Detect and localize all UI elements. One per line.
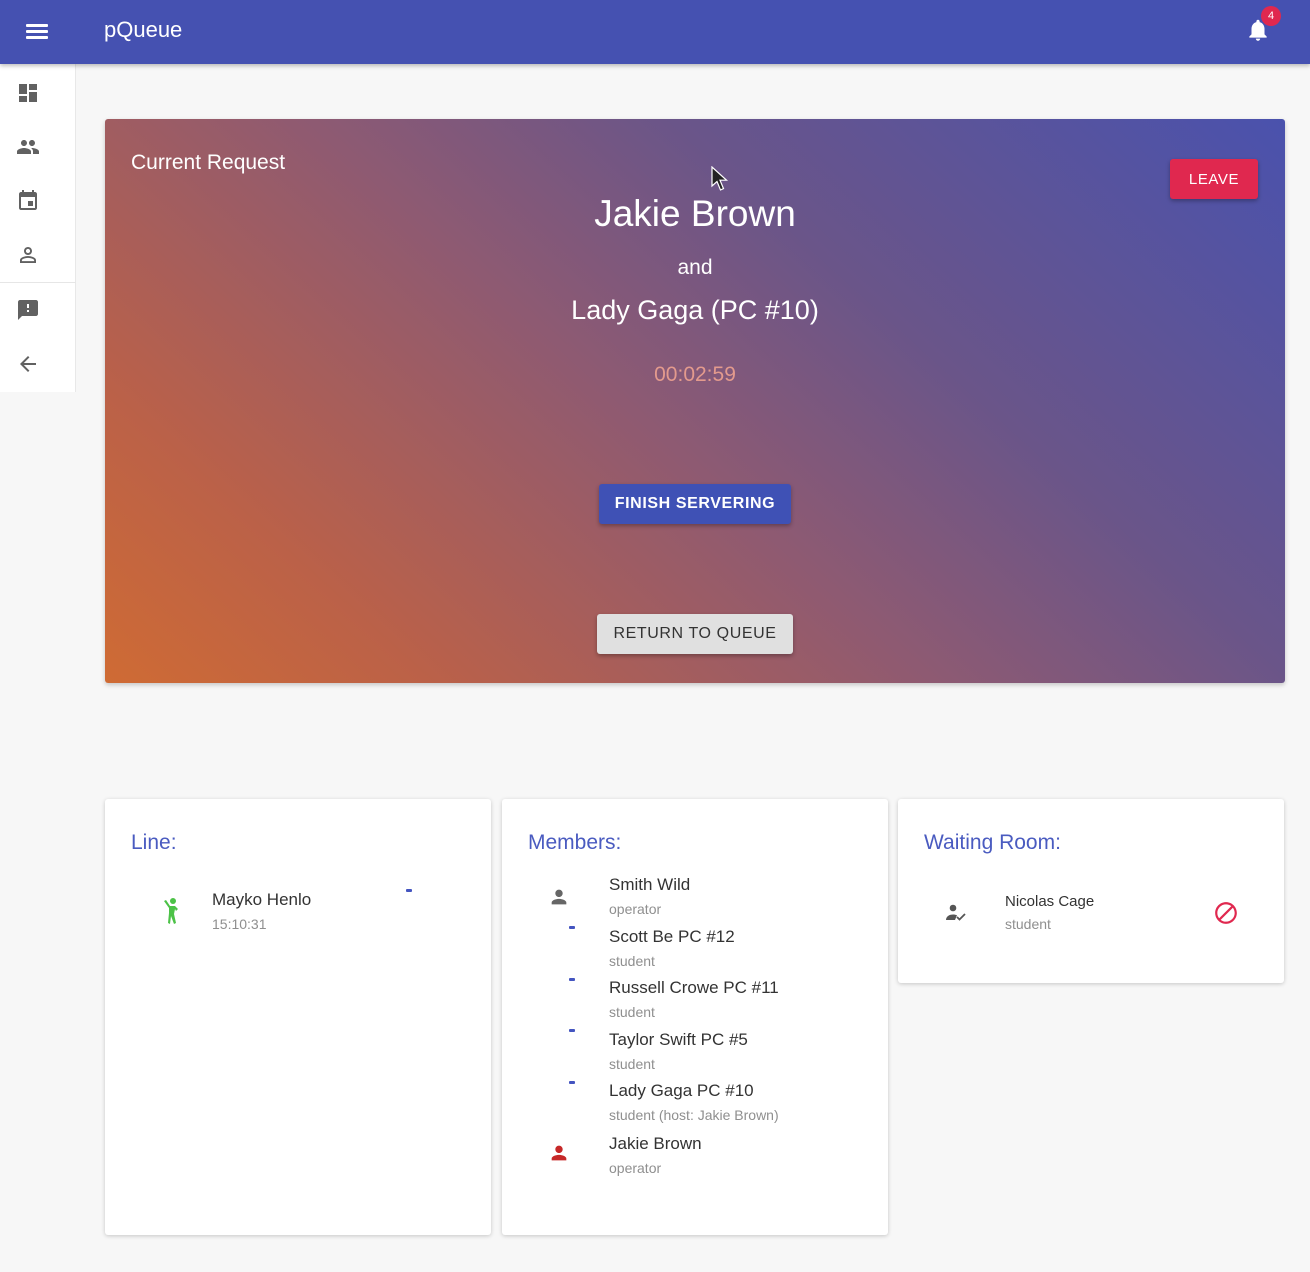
- waiting-name: Nicolas Cage: [1005, 893, 1095, 910]
- person-check-icon: [946, 904, 966, 921]
- member-marker: [569, 1029, 575, 1032]
- waiting-room-card: Waiting Room: Nicolas Cage student: [898, 799, 1284, 983]
- arrow-back-icon: [20, 356, 36, 372]
- member-name: Scott Be PC #12: [609, 927, 735, 946]
- member-name: Lady Gaga PC #10: [609, 1081, 754, 1100]
- line-item-name: Mayko Henlo: [212, 890, 312, 909]
- app-title: pQueue: [104, 17, 183, 42]
- person-waving-icon: [164, 898, 178, 924]
- connector-text: and: [677, 256, 713, 279]
- line-item-marker: [406, 889, 412, 892]
- return-to-queue-button[interactable]: RETURN TO QUEUE: [597, 614, 793, 654]
- member-name: Smith Wild: [609, 875, 691, 894]
- dashboard-icon: [19, 84, 37, 102]
- member-role: student: [609, 1004, 655, 1020]
- member-role: operator: [609, 1160, 662, 1176]
- member-name: Russell Crowe PC #11: [609, 978, 779, 997]
- sidebar-item-dashboard[interactable]: [0, 66, 76, 120]
- line-title: Line:: [131, 831, 177, 854]
- member-marker: [569, 978, 575, 981]
- person-icon: [551, 1145, 567, 1161]
- line-card: Line: Mayko Henlo 15:10:31: [105, 799, 491, 1235]
- member-role: student (host: Jakie Brown): [609, 1107, 779, 1123]
- current-request-card: Current Request Jakie Brown and Lady Gag…: [105, 119, 1285, 683]
- member-role: student: [609, 1056, 655, 1072]
- waiting-role: student: [1005, 916, 1051, 932]
- members-title: Members:: [528, 831, 622, 854]
- current-request-label: Current Request: [131, 151, 286, 174]
- request-timer: 00:02:59: [654, 363, 736, 386]
- waiting-room-title: Waiting Room:: [924, 831, 1061, 854]
- block-icon[interactable]: [1213, 900, 1239, 926]
- member-role: operator: [609, 901, 662, 917]
- feedback-icon: [18, 300, 38, 320]
- calendar-icon: [19, 190, 37, 210]
- person-icon: [551, 889, 567, 905]
- sidebar-item-feedback[interactable]: [0, 283, 76, 337]
- host-name: Jakie Brown: [594, 193, 796, 234]
- mouse-cursor-icon: [711, 166, 729, 191]
- sidebar-item-back[interactable]: [0, 337, 76, 391]
- finish-serving-button[interactable]: FINISH SERVERING: [599, 484, 791, 524]
- sidebar-item-calendar[interactable]: [0, 174, 76, 228]
- member-role: student: [609, 953, 655, 969]
- member-marker: [569, 1081, 575, 1084]
- app-bar: pQueue 4: [0, 0, 1310, 64]
- sidebar-item-people[interactable]: [0, 120, 76, 174]
- sidebar: [0, 64, 76, 392]
- member-name: Taylor Swift PC #5: [609, 1030, 748, 1049]
- leave-button[interactable]: LEAVE: [1170, 159, 1258, 199]
- members-card: Members: Smith Wild operator Scott Be PC…: [502, 799, 888, 1235]
- notifications-button[interactable]: 4: [1240, 6, 1281, 48]
- guest-name: Lady Gaga (PC #10): [571, 295, 819, 325]
- line-item-time: 15:10:31: [212, 916, 267, 932]
- menu-icon[interactable]: [22, 17, 52, 47]
- people-icon: [17, 140, 39, 154]
- sidebar-item-profile[interactable]: [0, 228, 76, 282]
- person-icon: [20, 247, 36, 263]
- member-name: Jakie Brown: [609, 1134, 702, 1153]
- notification-count-badge: 4: [1261, 6, 1281, 26]
- member-marker: [569, 926, 575, 929]
